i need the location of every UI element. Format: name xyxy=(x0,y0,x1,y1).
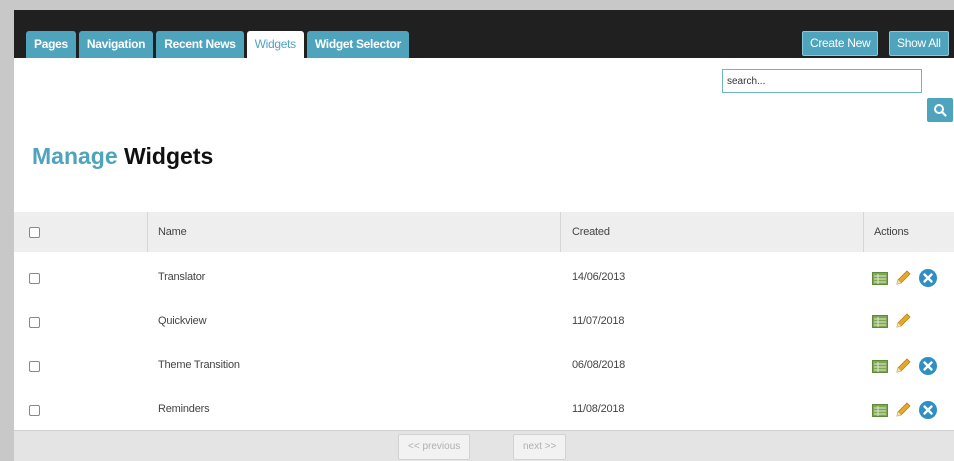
widget-created-date: 11/08/2018 xyxy=(572,403,625,415)
show-all-button[interactable]: Show All xyxy=(889,31,949,56)
widget-name: Reminders xyxy=(158,403,210,415)
column-divider xyxy=(147,212,148,252)
table-row: Quickview 11/07/2018 xyxy=(14,299,954,343)
tab-pages[interactable]: Pages xyxy=(26,31,76,58)
widget-created-date: 14/06/2013 xyxy=(572,271,626,283)
column-header-created[interactable]: Created xyxy=(572,212,610,252)
table-row: Reminders 11/08/2018 xyxy=(14,387,954,431)
row-actions xyxy=(872,400,938,420)
column-header-actions: Actions xyxy=(874,226,909,238)
admin-panel: Pages Navigation Recent News Widgets Wid… xyxy=(14,10,954,461)
top-navigation-bar: Pages Navigation Recent News Widgets Wid… xyxy=(14,10,954,58)
row-actions xyxy=(872,356,938,376)
edit-pencil-icon[interactable] xyxy=(894,269,912,287)
edit-pencil-icon[interactable] xyxy=(894,312,912,330)
create-new-button[interactable]: Create New xyxy=(802,31,879,56)
row-checkbox[interactable] xyxy=(29,317,40,328)
row-checkbox[interactable] xyxy=(29,405,40,416)
tab-widgets[interactable]: Widgets xyxy=(246,31,304,58)
next-page-button[interactable]: next >> xyxy=(513,434,567,460)
search-icon xyxy=(934,104,947,117)
delete-icon[interactable] xyxy=(918,356,938,376)
delete-icon[interactable] xyxy=(918,400,938,420)
tab-navigation[interactable]: Navigation xyxy=(78,31,154,58)
table-header: Name Created Actions xyxy=(14,212,954,252)
column-header-name[interactable]: Name xyxy=(158,212,187,252)
row-actions xyxy=(872,312,912,330)
widget-name: Translator xyxy=(158,271,206,283)
view-details-icon[interactable] xyxy=(872,403,888,417)
page-title: Manage Widgets xyxy=(32,143,213,170)
view-details-icon[interactable] xyxy=(872,271,888,285)
previous-page-button[interactable]: << previous xyxy=(398,434,471,460)
row-checkbox[interactable] xyxy=(29,273,40,284)
row-checkbox[interactable] xyxy=(29,361,40,372)
widget-created-date: 11/07/2018 xyxy=(572,315,625,327)
widget-name: Theme Transition xyxy=(158,359,240,371)
edit-pencil-icon[interactable] xyxy=(894,357,912,375)
row-actions xyxy=(872,268,938,288)
search-input[interactable] xyxy=(722,69,922,93)
page-title-main: Widgets xyxy=(124,143,214,169)
view-details-icon[interactable] xyxy=(872,359,888,373)
select-all-checkbox[interactable] xyxy=(29,227,40,238)
table-row: Theme Transition 06/08/2018 xyxy=(14,343,954,387)
table-row: Translator 14/06/2013 xyxy=(14,255,954,299)
tab-widget-selector[interactable]: Widget Selector xyxy=(306,31,409,58)
search-button[interactable] xyxy=(927,98,953,122)
tab-list: Pages Navigation Recent News Widgets Wid… xyxy=(26,31,409,58)
edit-pencil-icon[interactable] xyxy=(894,401,912,419)
column-divider xyxy=(560,212,561,252)
tab-recent-news[interactable]: Recent News xyxy=(156,31,244,58)
page-title-accent: Manage xyxy=(32,143,118,169)
pagination-bar: << previous next >> xyxy=(14,430,954,461)
delete-icon[interactable] xyxy=(918,268,938,288)
view-details-icon[interactable] xyxy=(872,314,888,328)
widget-created-date: 06/08/2018 xyxy=(572,359,626,371)
widget-name: Quickview xyxy=(158,315,207,327)
column-divider xyxy=(863,212,864,252)
